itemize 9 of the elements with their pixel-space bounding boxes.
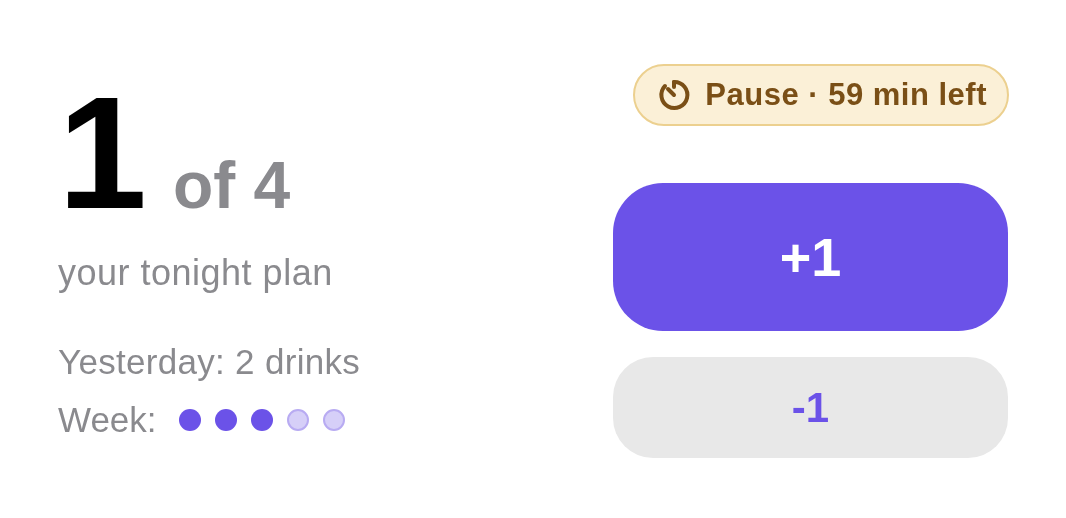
- timer-icon: [657, 78, 692, 112]
- increment-button[interactable]: +1: [613, 183, 1008, 331]
- week-label: Week:: [58, 400, 157, 440]
- plan-total: of 4: [173, 150, 291, 220]
- pause-badge: Pause · 59 min left: [633, 64, 1009, 126]
- yesterday-summary: Yesterday: 2 drinks: [58, 342, 361, 382]
- decrement-button[interactable]: -1: [613, 357, 1008, 458]
- plan-caption: your tonight plan: [58, 252, 334, 294]
- drink-count: 1: [58, 78, 143, 228]
